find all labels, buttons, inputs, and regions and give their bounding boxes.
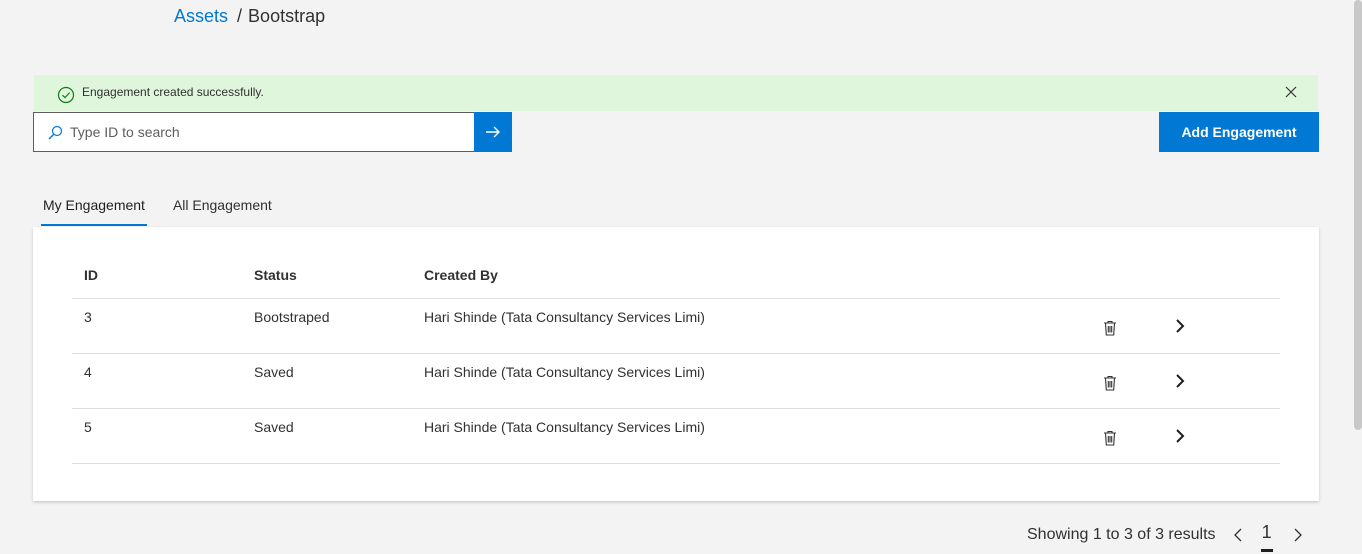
row-created-by: Hari Shinde (Tata Consultancy Services L… — [424, 419, 705, 435]
chevron-right-icon[interactable] — [1172, 317, 1188, 335]
tab-my-engagement[interactable]: My Engagement — [41, 186, 147, 226]
chevron-left-icon[interactable] — [1230, 525, 1246, 545]
search-icon — [48, 125, 63, 140]
row-created-by: Hari Shinde (Tata Consultancy Services L… — [424, 309, 705, 325]
row-created-by: Hari Shinde (Tata Consultancy Services L… — [424, 364, 705, 380]
breadcrumb-assets-link[interactable]: Assets — [174, 6, 228, 27]
row-id: 3 — [84, 309, 92, 325]
column-header-status: Status — [254, 267, 297, 283]
table-row[interactable]: 5 Saved Hari Shinde (Tata Consultancy Se… — [72, 409, 1280, 464]
engagement-table: ID Status Created By 3 Bootstraped Hari … — [72, 257, 1280, 464]
column-header-created-by: Created By — [424, 267, 498, 283]
engagement-tabs: My Engagement All Engagement — [41, 186, 298, 226]
engagement-table-card: ID Status Created By 3 Bootstraped Hari … — [33, 227, 1319, 501]
close-icon[interactable] — [1284, 85, 1298, 99]
breadcrumb-current: Bootstrap — [248, 6, 326, 26]
row-id: 4 — [84, 364, 92, 380]
add-engagement-button[interactable]: Add Engagement — [1159, 112, 1319, 152]
row-status: Saved — [254, 419, 294, 435]
search-submit-button[interactable] — [474, 112, 512, 152]
search-box — [33, 112, 474, 152]
chevron-right-icon[interactable] — [1172, 372, 1188, 390]
search-input[interactable] — [70, 124, 450, 140]
pagination-summary: Showing 1 to 3 of 3 results — [1027, 525, 1216, 543]
check-circle-icon — [57, 86, 75, 104]
row-status: Bootstraped — [254, 309, 330, 325]
banner-message: Engagement created successfully. — [82, 85, 264, 99]
pagination: Showing 1 to 3 of 3 results 1 — [1027, 522, 1306, 552]
table-row[interactable]: 3 Bootstraped Hari Shinde (Tata Consulta… — [72, 299, 1280, 354]
page-number[interactable]: 1 — [1260, 522, 1273, 552]
row-id: 5 — [84, 419, 92, 435]
trash-icon[interactable] — [1102, 319, 1118, 337]
search-bar — [33, 112, 512, 152]
trash-icon[interactable] — [1102, 429, 1118, 447]
table-row[interactable]: 4 Saved Hari Shinde (Tata Consultancy Se… — [72, 354, 1280, 409]
chevron-right-icon[interactable] — [1290, 525, 1306, 545]
tab-all-engagement[interactable]: All Engagement — [171, 186, 274, 226]
breadcrumb-separator: / — [237, 6, 243, 26]
column-header-id: ID — [84, 267, 98, 283]
table-header: ID Status Created By — [72, 257, 1280, 299]
breadcrumb: Assets / Bootstrap — [174, 6, 325, 27]
trash-icon[interactable] — [1102, 374, 1118, 392]
chevron-right-icon[interactable] — [1172, 427, 1188, 445]
success-banner: Engagement created successfully. — [34, 75, 1318, 111]
scrollbar[interactable] — [1354, 0, 1362, 430]
row-status: Saved — [254, 364, 294, 380]
arrow-right-icon — [486, 126, 500, 138]
